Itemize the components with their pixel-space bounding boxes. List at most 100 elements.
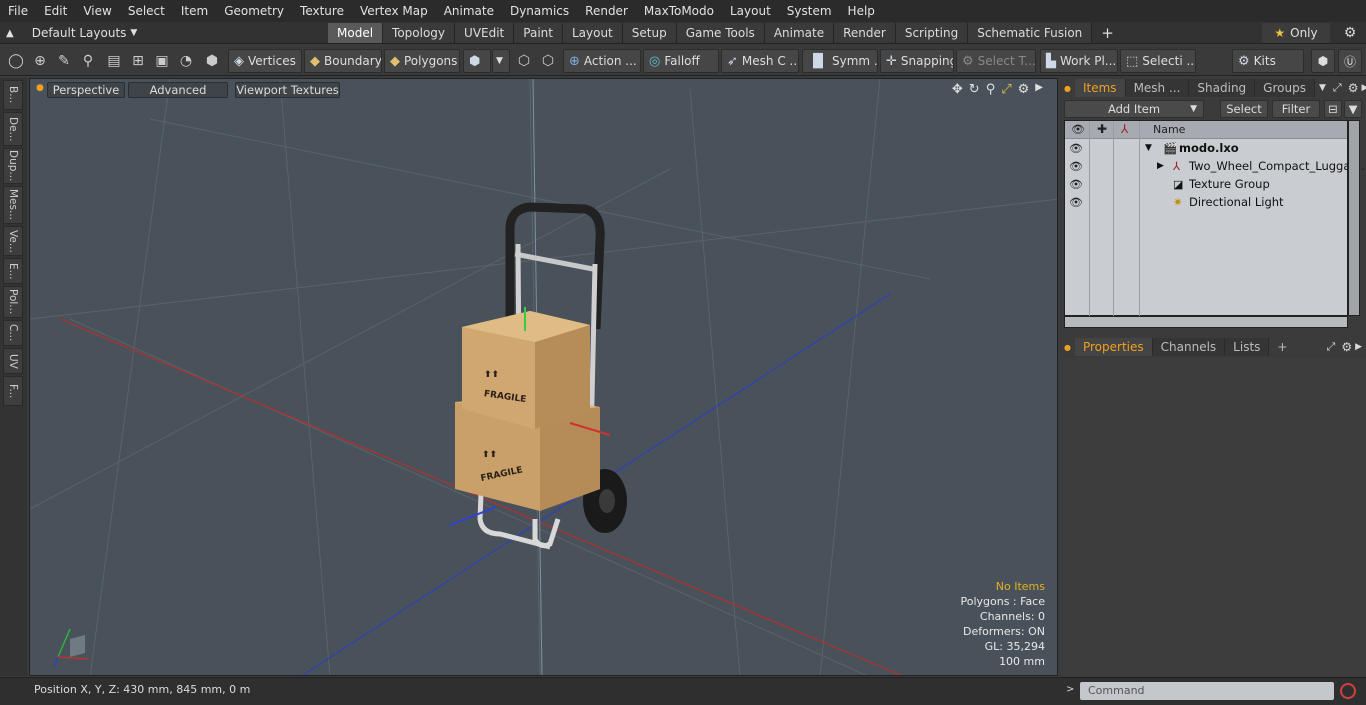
menu-animate[interactable]: Animate (436, 0, 502, 22)
tab-topology[interactable]: Topology (383, 23, 456, 43)
select-button[interactable]: Select (1220, 100, 1268, 118)
left-tab-fusion[interactable]: F... (3, 376, 23, 406)
work-plane-button[interactable]: ▙ Work Pl... (1040, 49, 1118, 73)
visibility-column-icon[interactable]: 👁 (1071, 123, 1085, 136)
menu-system[interactable]: System (779, 0, 840, 22)
tree-row-scene[interactable]: 👁 ▼ 🎬 modo.lxo (1065, 139, 1347, 157)
menu-texture[interactable]: Texture (292, 0, 352, 22)
brush-icon[interactable]: ⚲ (78, 51, 98, 71)
left-tab-mesh-edit[interactable]: Mes... (3, 186, 23, 224)
menu-dynamics[interactable]: Dynamics (502, 0, 577, 22)
eye-icon[interactable]: 👁 (1069, 139, 1083, 157)
panel-gear-icon[interactable]: ⚙ (1338, 340, 1355, 354)
viewport-expand-icon[interactable]: ▶ (1035, 82, 1043, 97)
viewport-scene[interactable]: ⬆⬆ FRAGILE ⬆⬆ FRAGILE (30, 79, 1058, 676)
tab-animate[interactable]: Animate (764, 23, 835, 43)
tree-vertical-scrollbar[interactable] (1348, 120, 1360, 316)
tree-horizontal-scrollbar[interactable] (1064, 316, 1348, 328)
unity-icon[interactable]: ⬢ (1311, 49, 1335, 73)
left-tab-deform[interactable]: De... (3, 112, 23, 146)
polygons-button[interactable]: ◆ Polygons (384, 49, 460, 73)
move-view-icon[interactable]: ✥ (952, 82, 963, 97)
tabs-dropdown-icon[interactable]: ▼ (1315, 83, 1330, 93)
expand-arrow-icon[interactable]: ▼ (1145, 143, 1152, 153)
menu-view[interactable]: View (75, 0, 119, 22)
eye-icon[interactable]: 👁 (1069, 157, 1083, 175)
zoom-icon[interactable]: ⚲ (986, 82, 996, 97)
tab-layout[interactable]: Layout (562, 23, 623, 43)
command-input[interactable]: Command (1080, 682, 1334, 700)
circle-select-icon[interactable]: ◯ (6, 51, 26, 71)
boundary-button[interactable]: ◆ Boundary (304, 49, 382, 73)
eye-icon[interactable]: 👁 (1069, 175, 1083, 193)
material-button[interactable]: ⬢ (463, 49, 491, 73)
material-dropdown[interactable]: ▼ (492, 49, 510, 73)
menu-file[interactable]: File (0, 0, 36, 22)
action-button[interactable]: ⊕ Action ... (563, 49, 641, 73)
gear-icon[interactable]: ⚙ (1338, 23, 1362, 43)
tab-game-tools[interactable]: Game Tools (676, 23, 765, 43)
tab-uvedit[interactable]: UVEdit (455, 23, 515, 43)
viewport-textures-dropdown[interactable]: Viewport Textures (235, 82, 340, 98)
funnel-icon[interactable]: ▼ (1344, 100, 1362, 118)
collapse-arrow-icon[interactable]: ▶ (1157, 161, 1164, 171)
tab-channels[interactable]: Channels (1152, 338, 1226, 356)
tab-model[interactable]: Model (328, 23, 384, 43)
tab-paint[interactable]: Paint (514, 23, 563, 43)
left-tab-polygon[interactable]: Pol... (3, 286, 23, 318)
record-icon[interactable] (1340, 683, 1356, 699)
loop-icon[interactable]: ◔ (176, 51, 196, 71)
panel-arrow-icon[interactable]: ▶ (1361, 83, 1366, 93)
menu-render[interactable]: Render (577, 0, 636, 22)
tab-scripting[interactable]: Scripting (895, 23, 969, 43)
filter-button[interactable]: Filter (1272, 100, 1320, 118)
menu-vertex-map[interactable]: Vertex Map (352, 0, 436, 22)
fit-icon[interactable]: ⤢ (1001, 82, 1011, 97)
layout-selector[interactable]: ▲ Default Layouts ▼ (6, 22, 137, 44)
left-tab-vertex[interactable]: Ve... (3, 226, 23, 256)
menu-geometry[interactable]: Geometry (216, 0, 292, 22)
snapping-button[interactable]: ✛ Snapping (880, 49, 954, 73)
tab-setup[interactable]: Setup (622, 23, 677, 43)
left-tab-edge[interactable]: E... (3, 258, 23, 284)
tab-mesh[interactable]: Mesh ... (1125, 79, 1190, 97)
add-panel-tab-button[interactable]: + (1269, 338, 1295, 356)
selection-sets-button[interactable]: ⬚ Selecti ... (1120, 49, 1196, 73)
shading-mode-dropdown[interactable]: Advanced (128, 82, 228, 98)
mesh-constraint-button[interactable]: ➶ Mesh C ... (721, 49, 799, 73)
tab-groups[interactable]: Groups (1255, 79, 1315, 97)
collapse-icon[interactable]: ⊟ (1324, 100, 1342, 118)
align-icon[interactable]: ▤ (104, 51, 124, 71)
tab-schematic-fusion[interactable]: Schematic Fusion (968, 23, 1093, 43)
eye-icon[interactable]: 👁 (1069, 193, 1083, 211)
left-tab-duplicate[interactable]: Dup... (3, 148, 23, 184)
tree-row-light[interactable]: 👁 ✷ Directional Light (1065, 193, 1347, 211)
menu-help[interactable]: Help (840, 0, 883, 22)
left-tab-curve[interactable]: C... (3, 320, 23, 346)
snap-object-icon[interactable]: ⬡ (514, 51, 534, 71)
globe-icon[interactable]: ⊕ (30, 51, 50, 71)
tab-lists[interactable]: Lists (1225, 338, 1270, 356)
perspective-dropdown[interactable]: Perspective (47, 82, 125, 98)
tree-row-texture-group[interactable]: 👁 ◪ Texture Group (1065, 175, 1347, 193)
select-through-button[interactable]: ⚙ Select T... (956, 49, 1036, 73)
panel-arrow-icon[interactable]: ▶ (1355, 342, 1366, 352)
snap-element-icon[interactable]: ⬡ (538, 51, 558, 71)
symmetry-button[interactable]: ▐▌ Symm ... (802, 49, 878, 73)
add-item-button[interactable]: Add Item ▼ (1064, 100, 1204, 118)
vertices-button[interactable]: ◈ Vertices (228, 49, 302, 73)
tab-items[interactable]: Items (1074, 79, 1126, 97)
menu-select[interactable]: Select (120, 0, 173, 22)
name-column-header[interactable]: Name (1153, 123, 1185, 136)
panel-expand-icon[interactable]: ⤢ (1330, 81, 1345, 95)
tab-shading[interactable]: Shading (1189, 79, 1256, 97)
center-icon[interactable]: ⊞ (128, 51, 148, 71)
kits-button[interactable]: ⚙ Kits (1232, 49, 1304, 73)
menu-item[interactable]: Item (173, 0, 216, 22)
add-tab-button[interactable]: + (1092, 23, 1123, 43)
3d-viewport[interactable]: ⬆⬆ FRAGILE ⬆⬆ FRAGILE ● Perspective Adva… (29, 78, 1058, 676)
type-column-icon[interactable]: ⅄ (1121, 122, 1128, 136)
tab-properties[interactable]: Properties (1074, 338, 1153, 356)
unreal-icon[interactable]: Ⓤ (1338, 49, 1362, 73)
tab-render[interactable]: Render (834, 23, 896, 43)
